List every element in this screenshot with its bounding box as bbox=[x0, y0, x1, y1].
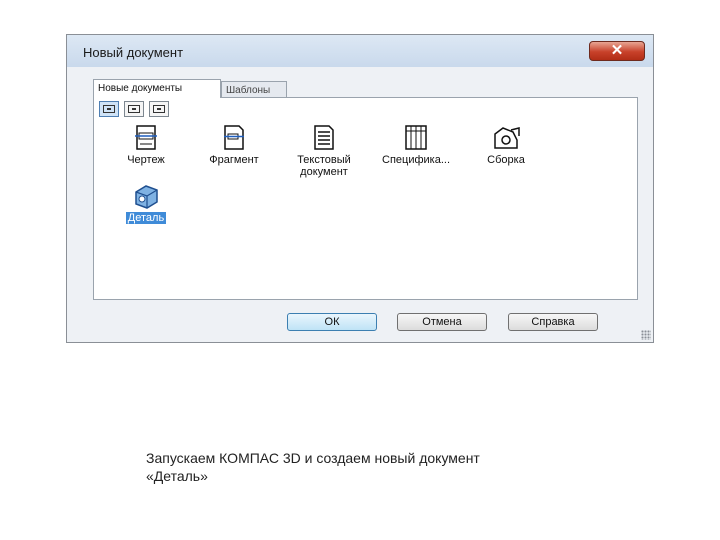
tab-templates[interactable]: Шаблоны bbox=[221, 81, 287, 97]
close-button[interactable]: ✕ bbox=[589, 41, 645, 61]
tab-new-documents[interactable]: Новые документы bbox=[93, 79, 221, 98]
list-view-icon bbox=[128, 105, 140, 113]
documents-panel: Чертеж Фрагмент Текстовый документ Специ… bbox=[93, 97, 638, 300]
details-view-button[interactable] bbox=[149, 101, 169, 117]
doc-item-part[interactable]: Деталь bbox=[94, 182, 198, 224]
doc-item-specification[interactable]: Специфика... bbox=[364, 124, 468, 166]
details-view-icon bbox=[153, 105, 165, 113]
doc-item-assembly[interactable]: Сборка bbox=[454, 124, 558, 166]
text-document-icon bbox=[314, 125, 334, 150]
large-icons-view-button[interactable] bbox=[99, 101, 119, 117]
title-bar[interactable]: Новый документ ✕ bbox=[67, 35, 653, 67]
help-button[interactable]: Справка bbox=[508, 313, 598, 331]
caption-line-1: Запускаем КОМПАС 3D и создаем новый доку… bbox=[146, 450, 480, 466]
doc-label: Специфика... bbox=[382, 154, 450, 166]
part-icon bbox=[135, 185, 158, 209]
ok-button[interactable]: ОК bbox=[287, 313, 377, 331]
fragment-icon bbox=[224, 125, 244, 150]
resize-grip[interactable] bbox=[641, 330, 651, 340]
large-icons-view-icon bbox=[103, 105, 115, 113]
selected-doc-label: Деталь bbox=[125, 212, 167, 224]
doc-label: Сборка bbox=[487, 154, 525, 166]
doc-label: Фрагмент bbox=[209, 154, 259, 166]
new-document-dialog: Новый документ ✕ Новые документы Шаблоны bbox=[66, 34, 654, 343]
assembly-icon bbox=[494, 127, 520, 149]
cancel-button[interactable]: Отмена bbox=[397, 313, 487, 331]
doc-item-fragment[interactable]: Фрагмент bbox=[182, 124, 286, 166]
list-view-button[interactable] bbox=[124, 101, 144, 117]
doc-item-text-document[interactable]: Текстовый документ bbox=[272, 124, 376, 178]
close-icon: ✕ bbox=[610, 42, 624, 59]
caption-line-2: «Деталь» bbox=[146, 468, 208, 484]
slide-caption: Запускаем КОМПАС 3D и создаем новый доку… bbox=[146, 449, 566, 485]
doc-label: Деталь bbox=[94, 212, 198, 224]
dialog-title: Новый документ bbox=[83, 45, 184, 60]
doc-label: Текстовый документ bbox=[297, 154, 351, 178]
drawing-icon bbox=[135, 125, 157, 150]
tab-label: Новые документы bbox=[98, 83, 183, 94]
specification-icon bbox=[405, 125, 427, 150]
tab-label: Шаблоны bbox=[226, 85, 271, 96]
